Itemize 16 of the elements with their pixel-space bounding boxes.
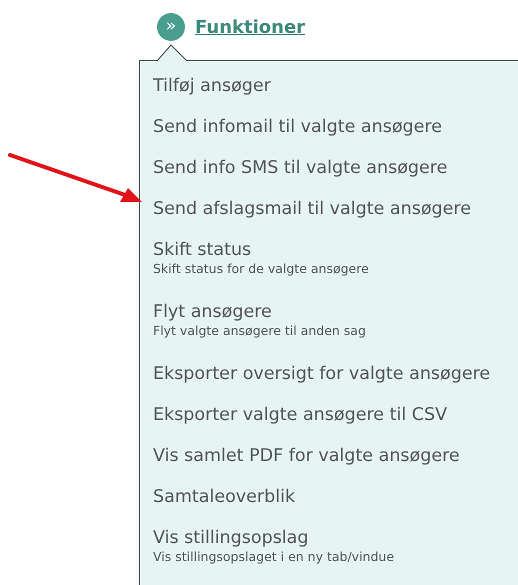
chevrons-icon: »: [157, 13, 185, 41]
menu-item[interactable]: Samtaleoverblik: [153, 482, 296, 512]
menu-item[interactable]: Send info SMS til valgte ansøgere: [153, 153, 448, 183]
menu-item[interactable]: Tilføj ansøger: [153, 71, 271, 101]
menu-item[interactable]: Flyt ansøgere: [153, 297, 272, 327]
menu-item[interactable]: Vis samlet PDF for valgte ansøgere: [153, 441, 460, 471]
menu-item[interactable]: Send afslagsmail til valgte ansøgere: [153, 194, 471, 224]
menu-item[interactable]: Send infomail til valgte ansøgere: [153, 112, 442, 142]
menu-item-description: Skift status for de valgte ansøgere: [153, 262, 369, 276]
menu-item[interactable]: Eksporter valgte ansøgere til CSV: [153, 400, 448, 430]
menu-item[interactable]: Eksporter oversigt for valgte ansøgere: [153, 359, 490, 389]
menu-item[interactable]: Vis stillingsopslag: [153, 523, 309, 553]
menu-item-description: Vis stillingsopslaget i en ny tab/vindue: [153, 550, 394, 564]
menu-item-description: Flyt valgte ansøgere til anden sag: [153, 324, 366, 338]
menu-item[interactable]: Skift status: [153, 235, 252, 265]
functions-link[interactable]: Funktioner: [195, 16, 306, 38]
